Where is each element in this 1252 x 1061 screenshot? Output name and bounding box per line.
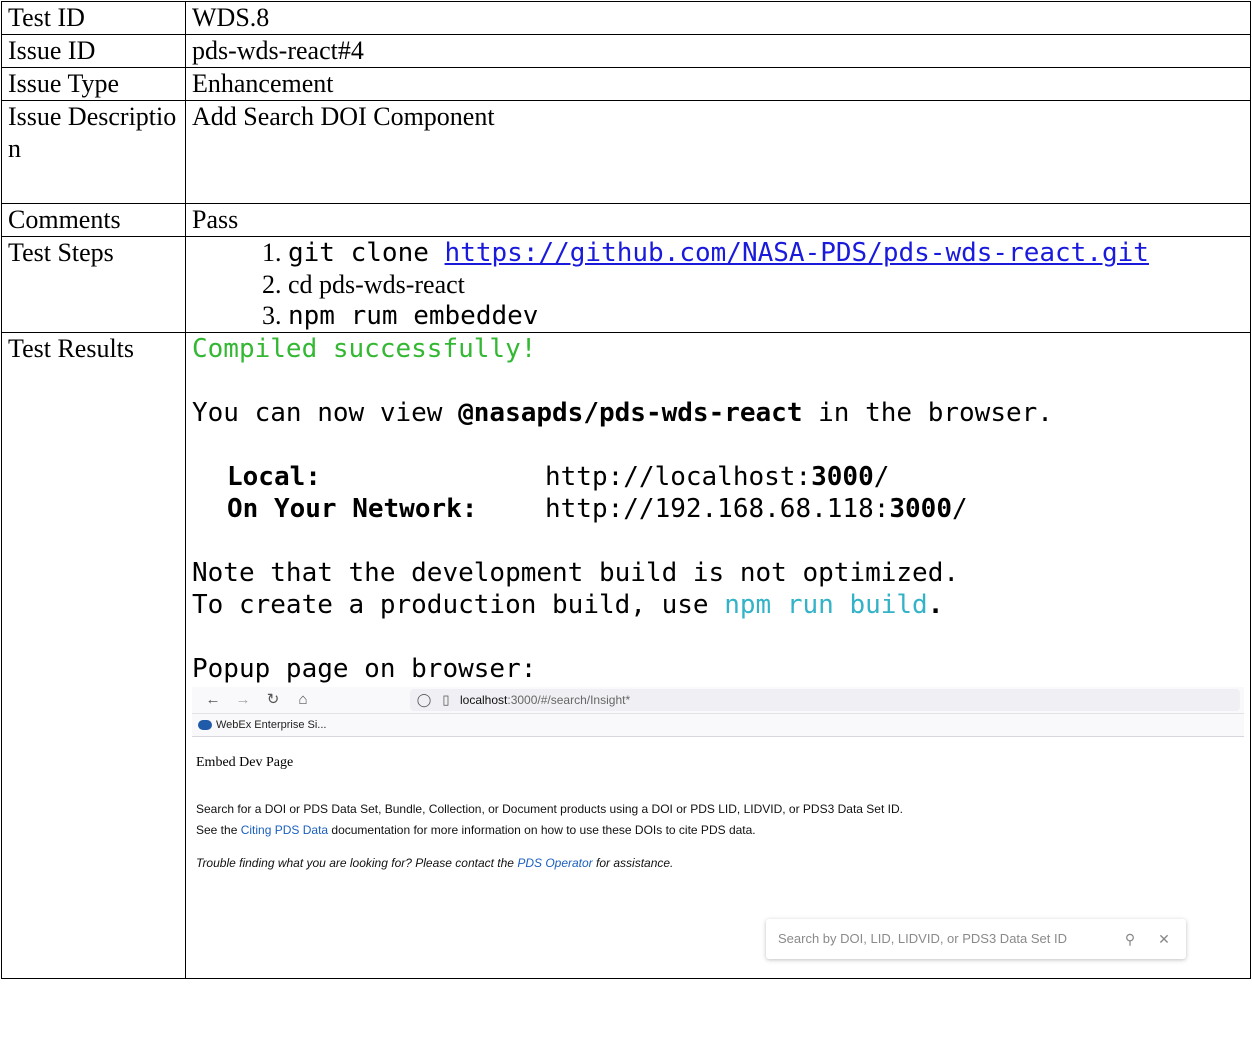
test-step-3-command: npm rum embeddev (288, 301, 539, 331)
citing-line: See the Citing PDS Data documentation fo… (196, 822, 1244, 839)
issue-type-label: Issue Type (1, 67, 186, 101)
network-label: On Your Network: (227, 494, 478, 524)
forward-icon[interactable]: → (234, 684, 252, 716)
search-description: Search for a DOI or PDS Data Set, Bundle… (196, 802, 903, 816)
issue-description-label: Issue Description (1, 100, 186, 204)
reload-icon[interactable]: ↻ (264, 684, 282, 716)
terminal-output: Compiled successfully! You can now view … (192, 333, 1244, 685)
network-port: 3000 (889, 494, 952, 524)
test-step-2: cd pds-wds-react (288, 269, 1244, 300)
test-step-1-command: git clone (288, 238, 445, 268)
test-step-1: git clone https://github.com/NASA-PDS/pd… (288, 237, 1244, 269)
bookmarks-bar: WebEx Enterprise Si... (192, 714, 1244, 737)
embed-page-title: Embed Dev Page (196, 755, 294, 770)
network-url-prefix: http://192.168.68.118: (545, 494, 890, 524)
comments-label: Comments (1, 203, 186, 237)
repo-link[interactable]: https://github.com/NASA-PDS/pds-wds-reac… (445, 238, 1149, 268)
popup-label: Popup page on browser: (192, 654, 537, 684)
local-url-suffix: / (873, 462, 890, 492)
note-line-2: To create a production build, use npm ru… (192, 589, 1244, 621)
row-comments: Comments Pass (1, 203, 1251, 237)
network-url-suffix: / (952, 494, 968, 524)
browser-screenshot: ← → ↻ ⌂ ◯ ▯ localhost:3000/#/search/Insi… (192, 687, 1244, 959)
test-steps-list: git clone https://github.com/NASA-PDS/pd… (192, 237, 1244, 332)
citing-pds-data-link[interactable]: Citing PDS Data (241, 823, 328, 837)
test-results-value: Compiled successfully! You can now view … (185, 332, 1251, 979)
pds-operator-link[interactable]: PDS Operator (517, 856, 592, 870)
search-icon[interactable]: ⚲ (1118, 923, 1142, 955)
issue-id-label: Issue ID (1, 34, 186, 68)
issue-id-value: pds-wds-react#4 (185, 34, 1251, 68)
row-test-id: Test ID WDS.8 (1, 1, 1251, 35)
citing-suffix: documentation for more information on ho… (328, 823, 756, 837)
url-host: localhost (460, 693, 508, 707)
webex-icon (198, 720, 212, 730)
row-issue-type: Issue Type Enhancement (1, 67, 1251, 101)
row-test-steps: Test Steps git clone https://github.com/… (1, 236, 1251, 333)
comments-value: Pass (185, 203, 1251, 237)
home-icon[interactable]: ⌂ (294, 684, 312, 716)
local-url-prefix: http://localhost: (545, 462, 812, 492)
doi-search-box[interactable]: Search by DOI, LID, LIDVID, or PDS3 Data… (766, 919, 1186, 959)
local-port: 3000 (811, 462, 874, 492)
url-path: :3000/#/search/Insight* (507, 693, 631, 707)
local-url-line: Local: http://localhost:3000/ (192, 461, 1244, 493)
search-input[interactable]: Search by DOI, LID, LIDVID, or PDS3 Data… (778, 923, 1118, 955)
page-icon: ▯ (442, 692, 450, 707)
trouble-suffix: for assistance. (592, 856, 674, 870)
row-issue-description: Issue Description Add Search DOI Compone… (1, 100, 1251, 204)
issue-description-value: Add Search DOI Component (185, 100, 1251, 204)
back-icon[interactable]: ← (204, 684, 222, 716)
view-message: You can now view @nasapds/pds-wds-react … (192, 397, 1244, 429)
build-command: npm run build (724, 590, 928, 620)
compiled-message: Compiled successfully! (192, 334, 537, 364)
browser-toolbar: ← → ↻ ⌂ ◯ ▯ localhost:3000/#/search/Insi… (192, 687, 1244, 714)
test-steps-label: Test Steps (1, 236, 186, 333)
test-id-value: WDS.8 (185, 1, 1251, 35)
row-test-results: Test Results Compiled successfully! You … (1, 332, 1251, 979)
test-step-3: npm rum embeddev (288, 300, 1244, 332)
view-suffix: in the browser. (802, 398, 1053, 428)
note2-prefix: To create a production build, use (192, 590, 725, 620)
address-bar[interactable]: ◯ ▯ localhost:3000/#/search/Insight* (410, 689, 1240, 711)
trouble-prefix: Trouble finding what you are looking for… (196, 856, 518, 870)
trouble-line: Trouble finding what you are looking for… (196, 855, 1244, 872)
note2-suffix: . (927, 590, 944, 620)
network-url-line: On Your Network: http://192.168.68.118:30… (192, 493, 1244, 525)
local-label: Local: (227, 462, 321, 492)
test-results-label: Test Results (1, 332, 186, 979)
test-id-label: Test ID (1, 1, 186, 35)
issue-type-value: Enhancement (185, 67, 1251, 101)
package-name: @nasapds/pds-wds-react (458, 398, 803, 428)
test-steps-value: git clone https://github.com/NASA-PDS/pd… (185, 236, 1251, 333)
test-report-table: Test ID WDS.8 Issue ID pds-wds-react#4 I… (1, 1, 1251, 979)
note-line-1: Note that the development build is not o… (192, 558, 960, 588)
shield-icon: ◯ (416, 692, 432, 707)
view-prefix: You can now view (192, 398, 459, 428)
row-issue-id: Issue ID pds-wds-react#4 (1, 34, 1251, 68)
clear-icon[interactable]: ✕ (1152, 923, 1176, 955)
citing-prefix: See the (196, 823, 241, 837)
